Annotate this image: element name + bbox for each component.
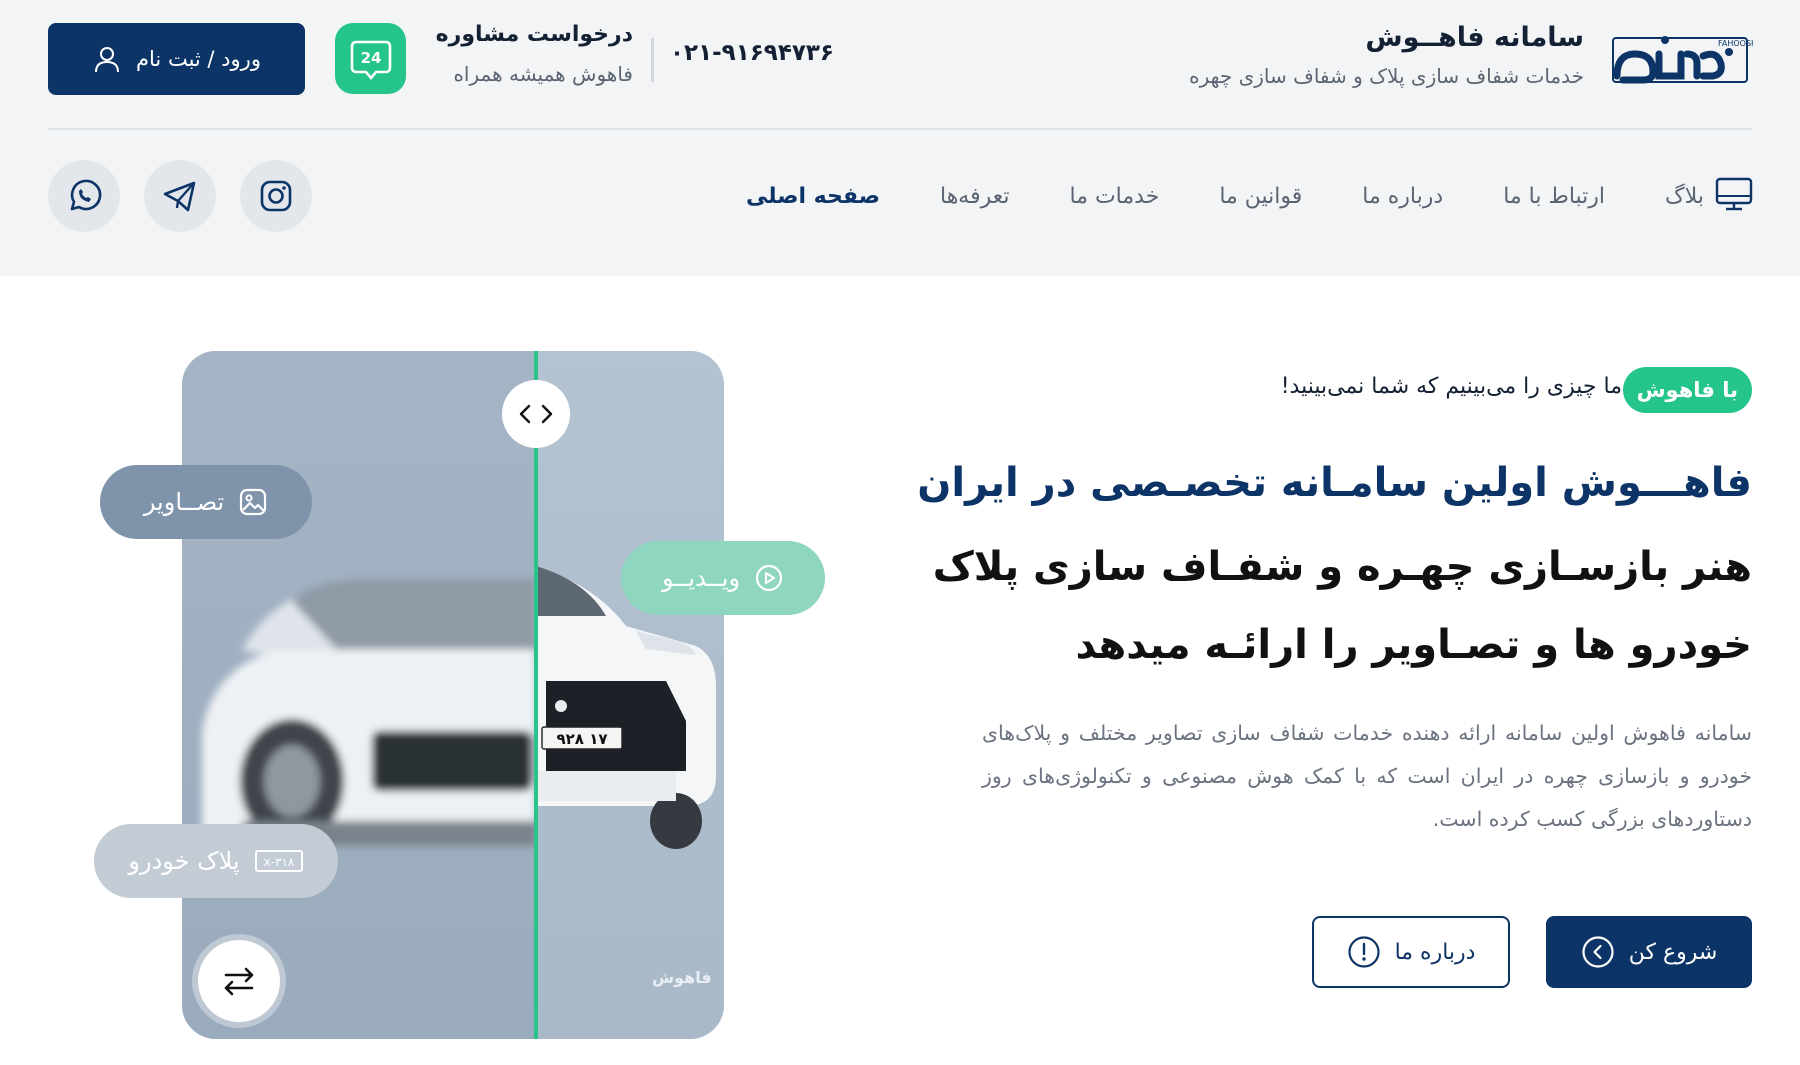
info-icon [1347, 936, 1380, 968]
comparison-divider [534, 351, 538, 1039]
before-image [182, 351, 536, 1039]
start-button[interactable]: شروع کن [1546, 916, 1752, 988]
support-24-icon[interactable]: 24 [335, 23, 406, 94]
header-divider [48, 128, 1752, 130]
instagram-button[interactable] [240, 160, 312, 232]
logo-mark-icon: FAHOOSH [1612, 36, 1753, 84]
swap-button[interactable] [198, 940, 280, 1022]
swap-arrows-icon [224, 967, 254, 996]
consult-title[interactable]: درخواست مشاوره [436, 22, 633, 47]
hero-tag: با فاهوش [1622, 367, 1752, 413]
start-label: شروع کن [1628, 939, 1718, 965]
login-label: ورود / ثبت نام [136, 47, 261, 71]
plate-number-text: ۹۲۸ ۱۷ [557, 730, 608, 748]
hero-description: سامانه فاهوش اولین سامانه ارائه دهنده خد… [982, 721, 1752, 831]
nav-item-services[interactable]: خدمات ما [1069, 184, 1159, 209]
whatsapp-button[interactable] [48, 160, 120, 232]
brand-logo[interactable]: FAHOOSH [1603, 26, 1753, 90]
instagram-icon [260, 180, 292, 212]
nav-item-rules[interactable]: قوانین ما [1219, 184, 1302, 209]
hero-subheadline-2: خودرو ها و تصـاویر را ارائـه میدهد [1075, 622, 1752, 668]
video-pill-label: ویــدیــو [661, 564, 741, 592]
chevron-left-circle-icon [1582, 936, 1614, 968]
images-pill-label: تصــاویر [143, 488, 225, 516]
hero-headline: فاهـــوش اولین سامـانه تخصـصی در ایران [917, 460, 1752, 506]
svg-text:24: 24 [360, 49, 381, 67]
user-icon [95, 47, 120, 73]
plate-pill-label: پلاک خودرو [128, 847, 240, 875]
nav-item-contact[interactable]: ارتباط با ما [1503, 184, 1605, 209]
main-nav: صفحه اصلی تعرفه‌ها خدمات ما قوانین ما در… [746, 176, 1704, 216]
license-plate-icon: x-۳۱۸ [254, 850, 303, 872]
whatsapp-icon [70, 179, 102, 211]
blurred-car-image [202, 579, 536, 846]
video-pill[interactable]: ویــدیــو [621, 541, 825, 615]
svg-text:FAHOOSH: FAHOOSH [1718, 39, 1753, 48]
images-pill[interactable]: تصــاویر [100, 465, 312, 539]
about-button[interactable]: درباره ما [1312, 916, 1510, 988]
divider [651, 38, 654, 82]
telegram-icon [163, 181, 196, 212]
consult-subtitle: فاهوش همیشه همراه [453, 62, 633, 86]
play-icon [755, 564, 783, 592]
hero-subheadline-1: هنر بازسـازی چهـره و شفـاف سازی پلاک [932, 544, 1752, 590]
card-watermark: فاهوش [652, 968, 712, 987]
login-button[interactable]: ورود / ثبت نام [48, 23, 305, 95]
brand-title: سامانه فاهــوش [1365, 22, 1584, 53]
chevron-right-icon [541, 404, 553, 424]
phone-number[interactable]: ۰۲۱-۹۱۶۹۴۷۳۶ [670, 40, 834, 66]
plate-pill[interactable]: x-۳۱۸ پلاک خودرو [94, 824, 338, 898]
hero-tagline: ما چیزی را می‌بینیم که شما نمی‌بینید! [1280, 374, 1622, 399]
nav-item-home[interactable]: صفحه اصلی [746, 184, 880, 209]
chevron-left-icon [519, 404, 531, 424]
nav-item-pricing[interactable]: تعرفه‌ها [940, 184, 1010, 209]
image-icon [240, 488, 267, 516]
comparison-slider-handle[interactable] [502, 380, 570, 448]
nav-item-about[interactable]: درباره ما [1362, 184, 1443, 209]
before-after-card[interactable]: ۹۲۸ ۱۷ [182, 351, 724, 1039]
brand-subtitle: خدمات شفاف سازی پلاک و شفاف سازی چهره [1189, 64, 1584, 88]
nav-item-blog[interactable]: بلاگ [1665, 184, 1704, 209]
monitor-icon [1714, 174, 1754, 214]
clear-car-image: ۹۲۸ ۱۷ [536, 566, 716, 849]
telegram-button[interactable] [144, 160, 216, 232]
after-image: ۹۲۸ ۱۷ [536, 351, 724, 1039]
svg-text:x-۳۱۸: x-۳۱۸ [263, 855, 294, 869]
about-label: درباره ما [1394, 939, 1476, 965]
